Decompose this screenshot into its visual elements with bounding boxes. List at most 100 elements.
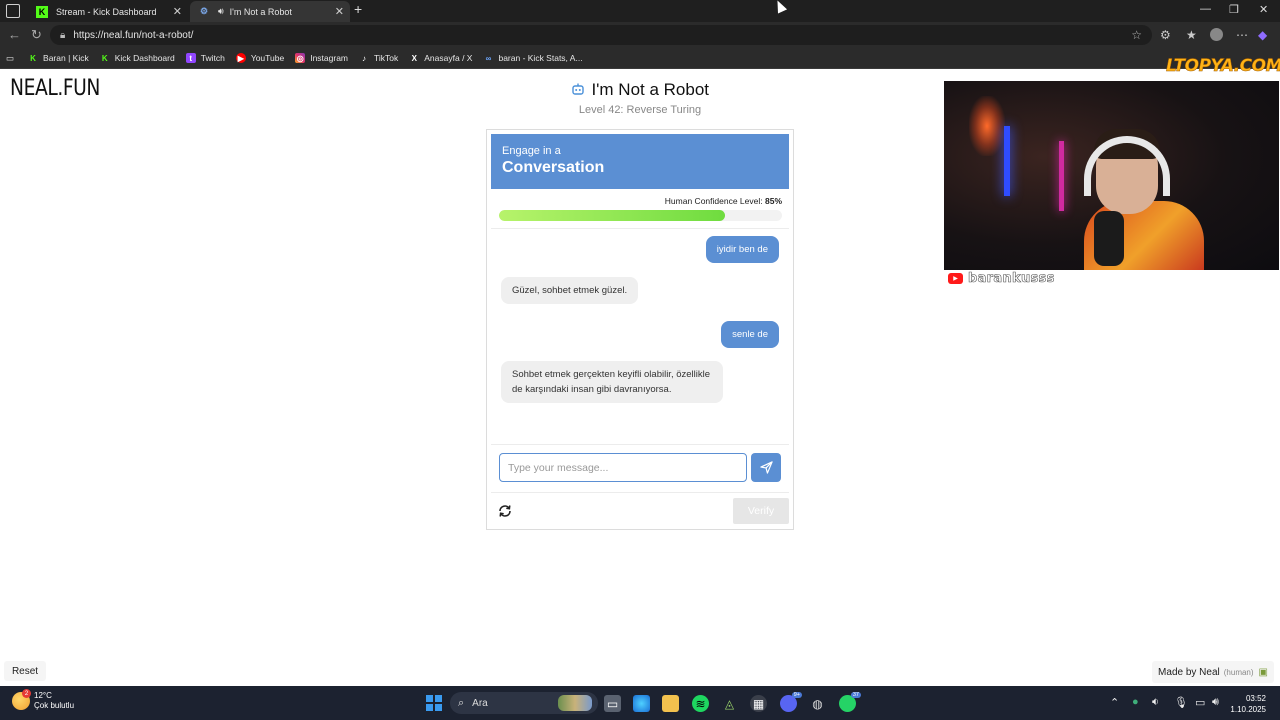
task-view-icon[interactable]: ▭	[604, 695, 621, 712]
refresh-button[interactable]	[496, 502, 514, 520]
tiktok-icon: ♪	[362, 53, 367, 63]
weather-widget[interactable]: 2 12°C Çok bulutlu	[12, 689, 75, 711]
show-hidden-icons-icon[interactable]: ⌃	[1110, 696, 1119, 709]
page-title-row: I'm Not a Robot	[560, 80, 720, 100]
chat-message-user: senle de	[721, 321, 779, 348]
bookmark-twitch[interactable]: t Twitch	[185, 53, 225, 63]
windows-start-icon[interactable]	[426, 695, 442, 711]
network-icon[interactable]: ▭	[1195, 696, 1205, 709]
back-icon[interactable]: ←	[8, 27, 21, 42]
app-icon[interactable]: ▦	[750, 695, 767, 712]
extensions-icon[interactable]: ⚙	[1160, 28, 1171, 42]
close-tab-icon[interactable]: ✕	[173, 5, 182, 18]
reset-button[interactable]: Reset	[4, 661, 46, 681]
app-icon[interactable]: ◬	[721, 695, 738, 712]
restore-icon[interactable]: ❐	[1229, 3, 1239, 16]
speaker-icon[interactable]: 🔊︎	[218, 6, 224, 17]
close-window-icon[interactable]: ✕	[1259, 3, 1268, 16]
confidence-bar	[499, 210, 782, 221]
weather-badge: 2	[22, 689, 31, 698]
discord-icon[interactable]: 9+	[780, 692, 802, 712]
volume-icon[interactable]: 🔉︎	[1152, 696, 1159, 709]
favorite-star-icon[interactable]: ☆	[1131, 28, 1142, 42]
clock-date: 1.10.2025	[1230, 705, 1266, 714]
chat-message-bot: Güzel, sohbet etmek güzel.	[501, 277, 639, 304]
bookmark-kick-dashboard[interactable]: K Kick Dashboard	[100, 53, 175, 63]
tab-label: Stream - Kick Dashboard	[56, 6, 157, 17]
reload-icon[interactable]: ↻	[31, 27, 42, 43]
youtube-icon: ▶	[235, 53, 246, 63]
speaker-icon[interactable]: 🔊︎	[1212, 696, 1219, 709]
blue-light-strip	[1004, 126, 1010, 196]
browser-tab-bar: K Stream - Kick Dashboard ✕ ⚙ 🔊︎ I'm Not…	[0, 0, 1280, 22]
bookmarks-bar: ▭ K Baran | Kick K Kick Dashboard t Twitch …	[0, 48, 1280, 69]
bookmarks-menu-icon[interactable]: ▭	[6, 53, 14, 64]
notification-badge: 9+	[791, 692, 802, 698]
tray-app-icon[interactable]: ●	[1132, 696, 1139, 708]
more-menu-icon[interactable]: ⋯	[1236, 28, 1248, 42]
youtube-icon: ▶	[948, 273, 963, 284]
microphone-icon[interactable]: 🎙︎	[1174, 696, 1188, 709]
neal-fun-logo[interactable]: NEAL.FUN	[10, 76, 100, 101]
message-input[interactable]	[499, 453, 747, 482]
instagram-icon: ◎	[295, 53, 306, 63]
close-tab-icon[interactable]: ✕	[335, 5, 344, 18]
bookmark-tiktok[interactable]: ♪ TikTok	[359, 53, 398, 63]
confidence-value: 85%	[764, 196, 782, 206]
robot-badge-icon: ▣	[1258, 666, 1268, 678]
fireplace-glow	[969, 96, 1005, 156]
new-tab-icon[interactable]: +	[354, 1, 362, 17]
divider	[491, 444, 789, 445]
channel-name: barankusss	[968, 271, 1055, 287]
bookmark-instagram[interactable]: ◎ Instagram	[295, 53, 348, 63]
confidence-label: Human Confidence Level: 85%	[664, 196, 782, 206]
search-placeholder: Ara	[472, 697, 488, 709]
verify-button[interactable]: Verify	[733, 498, 789, 524]
confidence-bar-fill	[499, 210, 726, 221]
send-button[interactable]	[751, 453, 781, 482]
channel-tag: ▶ barankusss	[948, 271, 1055, 286]
magenta-light-strip	[1059, 141, 1064, 211]
tab-kick-dashboard[interactable]: K Stream - Kick Dashboard ✕	[28, 1, 188, 22]
site-info-icon[interactable]: 🔒︎	[60, 30, 65, 41]
system-clock[interactable]: 03:52 1.10.2025	[1230, 693, 1266, 715]
bookmark-baran-kick[interactable]: K Baran | Kick	[28, 53, 89, 63]
robot-icon: ⚙	[199, 6, 209, 16]
profile-avatar[interactable]	[1210, 28, 1223, 41]
chat-message-bot: Sohbet etmek gerçekten keyifli olabilir,…	[501, 361, 723, 403]
edge-browser-icon[interactable]	[633, 695, 650, 712]
weather-icon: 2	[12, 689, 31, 710]
steam-icon[interactable]: ◍	[809, 695, 826, 712]
file-explorer-icon[interactable]	[662, 695, 679, 712]
weather-desc: Çok bulutlu	[34, 701, 75, 710]
webcam-overlay	[944, 81, 1279, 270]
spotify-icon[interactable]: ≋	[692, 695, 709, 712]
microphone	[1094, 211, 1124, 266]
bookmark-kick-stats[interactable]: ∞ baran - Kick Stats, A...	[483, 53, 583, 63]
made-by-text: Made by Neal	[1158, 666, 1220, 678]
challenge-instruction: Engage in a	[502, 145, 561, 157]
x-icon: X	[411, 53, 417, 63]
address-bar-row: ← ↻ 🔒︎ https://neal.fun/not-a-robot/ ☆ ⚙…	[0, 22, 1280, 48]
twitch-icon: t	[185, 53, 196, 63]
bookmark-x[interactable]: X Anasayfa / X	[409, 53, 473, 63]
address-field[interactable]: 🔒︎ https://neal.fun/not-a-robot/ ☆	[50, 25, 1152, 45]
send-icon	[759, 461, 773, 474]
copilot-icon[interactable]: ◆	[1258, 28, 1267, 42]
made-by-neal-link[interactable]: Made by Neal (human) ▣	[1152, 661, 1274, 683]
minimize-icon[interactable]: —	[1200, 3, 1211, 15]
tab-not-a-robot[interactable]: ⚙ 🔊︎ I'm Not a Robot ✕	[190, 1, 350, 22]
captcha-card: Engage in a Conversation Human Confidenc…	[486, 129, 794, 530]
taskbar-search[interactable]: ⌕ Ara	[450, 692, 598, 714]
chat-message-user: iyidir ben de	[705, 236, 779, 263]
bookmark-youtube[interactable]: ▶ YouTube	[235, 53, 284, 63]
whatsapp-icon[interactable]: 37	[839, 692, 861, 712]
tab-label: I'm Not a Robot	[229, 6, 292, 17]
stats-icon: ∞	[485, 53, 492, 63]
message-input-row	[499, 453, 782, 483]
tab-actions-icon[interactable]	[6, 4, 20, 18]
notification-badge: 37	[850, 692, 861, 698]
watermark-logo: LTOPYA.COM	[1166, 56, 1280, 77]
search-icon: ⌕	[458, 696, 465, 709]
favorites-icon[interactable]: ★	[1186, 28, 1197, 42]
